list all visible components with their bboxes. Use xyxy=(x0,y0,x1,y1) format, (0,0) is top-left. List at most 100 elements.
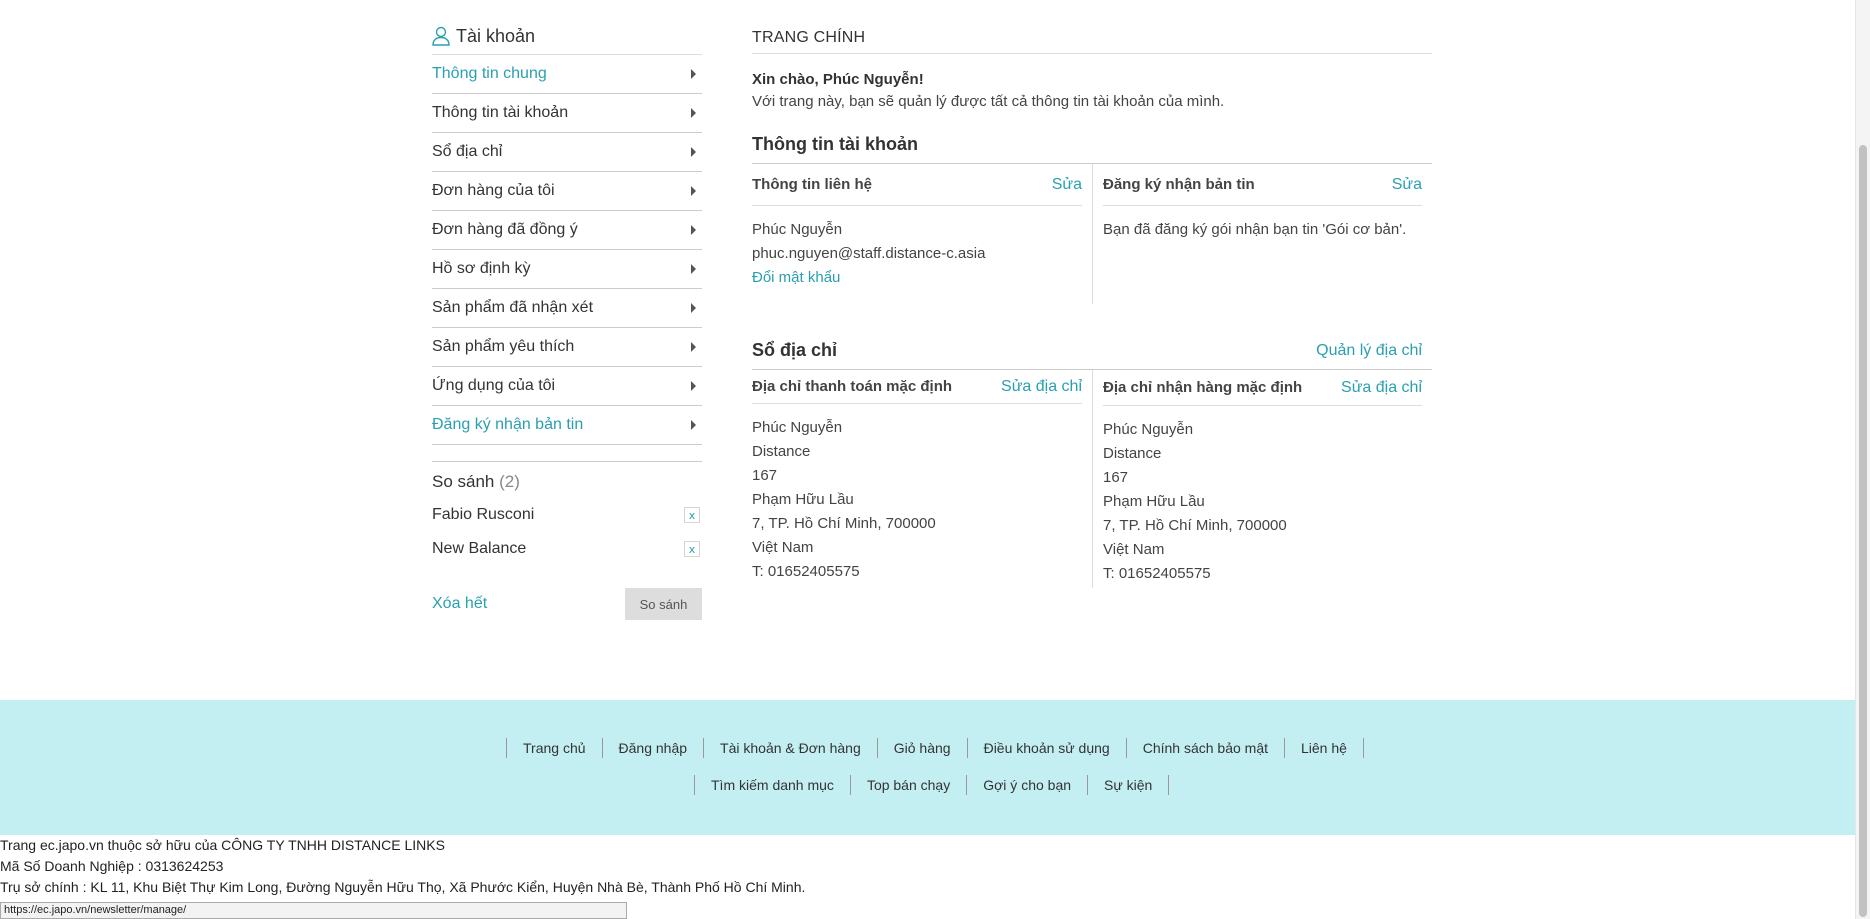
sidebar-item-reviewed-products[interactable]: Sản phẩm đã nhận xét xyxy=(432,289,702,328)
address-book-title: Sổ địa chỉ xyxy=(752,340,838,360)
edit-shipping-address-link[interactable]: Sửa địa chỉ xyxy=(1341,379,1422,397)
shipping-address-box: Địa chỉ nhận hàng mặc định Sửa địa chỉ P… xyxy=(1092,370,1432,588)
address-line: 167 xyxy=(752,467,778,484)
change-password-link[interactable]: Đổi mật khẩu xyxy=(752,266,1092,290)
address-book-section-header: Sổ địa chỉ Quản lý địa chỉ xyxy=(752,332,1432,370)
edit-contact-link[interactable]: Sửa xyxy=(1052,176,1082,194)
address-line: Việt Nam xyxy=(1103,541,1165,558)
caret-right-icon xyxy=(691,147,696,157)
footer-divider xyxy=(1168,775,1170,795)
account-info-section-header: Thông tin tài khoản xyxy=(752,132,1432,164)
address-line: Phạm Hữu Lầu xyxy=(1103,493,1205,510)
sidebar-item-label: Đăng ký nhận bản tin xyxy=(432,416,584,433)
contact-info-label: Thông tin liên hệ xyxy=(752,176,872,193)
footer-link-login[interactable]: Đăng nhập xyxy=(603,740,704,756)
account-sidebar: Tài khoản Thông tin chung Thông tin tài … xyxy=(432,22,702,620)
sidebar-item-label: Ứng dụng của tôi xyxy=(432,377,556,394)
newsletter-body: Bạn đã đăng ký gói nhận bạn tin 'Gói cơ … xyxy=(1103,206,1432,242)
compare-title-text: So sánh xyxy=(432,472,495,491)
address-line: Distance xyxy=(752,443,811,460)
caret-right-icon xyxy=(691,381,696,391)
remove-compare-item-button[interactable]: x xyxy=(684,507,700,523)
compare-actions: Xóa hết So sánh xyxy=(432,588,702,620)
greeting-subtext: Với trang này, bạn sẽ quản lý được tất c… xyxy=(752,93,1225,110)
address-phone: T: 01652405575 xyxy=(752,563,860,580)
footer-link-cart[interactable]: Giỏ hàng xyxy=(878,740,967,756)
compare-item: Fabio Rusconi x xyxy=(432,498,702,532)
sidebar-item-label: Sản phẩm yêu thích xyxy=(432,338,575,355)
sidebar-item-label: Thông tin chung xyxy=(432,65,547,82)
footer-link-category-search[interactable]: Tìm kiếm danh mục xyxy=(695,777,850,793)
caret-right-icon xyxy=(691,69,696,79)
footer: Trang chủ Đăng nhập Tài khoản & Đơn hàng… xyxy=(0,700,1862,835)
sidebar-item-label: Thông tin tài khoản xyxy=(432,104,569,121)
newsletter-box: Đăng ký nhận bản tin Sửa Bạn đã đăng ký … xyxy=(1092,164,1432,304)
sidebar-item-my-apps[interactable]: Ứng dụng của tôi xyxy=(432,367,702,406)
company-ownership-text: Trang ec.japo.vn thuộc sở hữu của CÔNG T… xyxy=(0,837,445,853)
billing-address-box: Địa chỉ thanh toán mặc định Sửa địa chỉ … xyxy=(752,370,1092,588)
user-icon xyxy=(432,26,450,46)
footer-link-home[interactable]: Trang chủ xyxy=(507,740,602,756)
sidebar-item-my-orders[interactable]: Đơn hàng của tôi xyxy=(432,172,702,211)
sidebar-item-label: Đơn hàng của tôi xyxy=(432,182,555,199)
address-boxes: Địa chỉ thanh toán mặc định Sửa địa chỉ … xyxy=(752,370,1432,588)
address-line: Việt Nam xyxy=(752,539,814,556)
billing-address-header: Địa chỉ thanh toán mặc định Sửa địa chỉ xyxy=(752,370,1082,404)
billing-address-body: Phúc Nguyễn Distance 167 Phạm Hữu Lầu 7,… xyxy=(752,404,1092,584)
caret-right-icon xyxy=(691,420,696,430)
compare-title: So sánh (2) xyxy=(432,472,702,492)
address-line: Phúc Nguyễn xyxy=(752,419,843,436)
address-line: Phúc Nguyễn xyxy=(1103,421,1194,438)
remove-compare-item-button[interactable]: x xyxy=(684,541,700,557)
caret-right-icon xyxy=(691,264,696,274)
compare-item-name: Fabio Rusconi xyxy=(432,506,535,523)
footer-link-account-orders[interactable]: Tài khoản & Đơn hàng xyxy=(704,740,877,756)
vertical-scrollbar[interactable] xyxy=(1855,0,1870,919)
footer-link-contact[interactable]: Liên hệ xyxy=(1285,740,1363,756)
footer-links-row: Tìm kiếm danh mục Top bán chạy Gợi ý cho… xyxy=(694,774,1170,796)
greeting: Xin chào, Phúc Nguyễn! xyxy=(752,71,924,88)
sidebar-item-address-book[interactable]: Sổ địa chỉ xyxy=(432,133,702,172)
scrollbar-thumb[interactable] xyxy=(1859,145,1867,917)
edit-billing-address-link[interactable]: Sửa địa chỉ xyxy=(1001,378,1082,396)
page-title: TRANG CHÍNH xyxy=(752,22,1432,54)
contact-info-header: Thông tin liên hệ Sửa xyxy=(752,164,1082,206)
shipping-address-body: Phúc Nguyễn Distance 167 Phạm Hữu Lầu 7,… xyxy=(1103,406,1432,586)
footer-link-terms[interactable]: Điều khoản sử dụng xyxy=(968,740,1126,756)
footer-link-recommendations[interactable]: Gợi ý cho bạn xyxy=(967,777,1087,793)
address-line: 7, TP. Hồ Chí Minh, 700000 xyxy=(1103,517,1287,534)
compare-item-name: New Balance xyxy=(432,540,527,557)
account-info-title: Thông tin tài khoản xyxy=(752,134,918,154)
main-content: TRANG CHÍNH Xin chào, Phúc Nguyễn! Với t… xyxy=(752,22,1432,588)
sidebar-item-approved-orders[interactable]: Đơn hàng đã đồng ý xyxy=(432,211,702,250)
sidebar-title: Tài khoản xyxy=(456,25,536,46)
footer-link-privacy[interactable]: Chính sách bảo mật xyxy=(1127,740,1284,756)
contact-name: Phúc Nguyễn xyxy=(752,221,843,238)
compare-item: New Balance x xyxy=(432,532,702,566)
sidebar-item-wishlist[interactable]: Sản phẩm yêu thích xyxy=(432,328,702,367)
edit-newsletter-link[interactable]: Sửa xyxy=(1392,176,1422,194)
footer-link-best-sellers[interactable]: Top bán chạy xyxy=(851,777,966,793)
clear-all-link[interactable]: Xóa hết xyxy=(432,595,487,613)
footer-link-events[interactable]: Sự kiện xyxy=(1088,777,1168,793)
manage-addresses-link[interactable]: Quản lý địa chỉ xyxy=(1316,342,1422,360)
sidebar-item-general-info[interactable]: Thông tin chung xyxy=(432,55,702,94)
compare-button[interactable]: So sánh xyxy=(625,588,702,620)
sidebar-item-newsletter[interactable]: Đăng ký nhận bản tin xyxy=(432,406,702,445)
address-line: 167 xyxy=(1103,469,1129,486)
newsletter-header: Đăng ký nhận bản tin Sửa xyxy=(1103,164,1422,206)
sidebar-item-label: Đơn hàng đã đồng ý xyxy=(432,221,578,238)
footer-links-row: Trang chủ Đăng nhập Tài khoản & Đơn hàng… xyxy=(506,737,1364,759)
sidebar-item-recurring-profiles[interactable]: Hồ sơ định kỳ xyxy=(432,250,702,289)
newsletter-status: Bạn đã đăng ký gói nhận bạn tin 'Gói cơ … xyxy=(1103,221,1407,238)
caret-right-icon xyxy=(691,108,696,118)
caret-right-icon xyxy=(691,303,696,313)
shipping-address-label: Địa chỉ nhận hàng mặc định xyxy=(1103,379,1303,396)
contact-info-box: Thông tin liên hệ Sửa Phúc Nguyễn phuc.n… xyxy=(752,164,1092,304)
shipping-address-header: Địa chỉ nhận hàng mặc định Sửa địa chỉ xyxy=(1103,370,1422,406)
account-info-boxes: Thông tin liên hệ Sửa Phúc Nguyễn phuc.n… xyxy=(752,164,1432,304)
caret-right-icon xyxy=(691,225,696,235)
sidebar-item-account-info[interactable]: Thông tin tài khoản xyxy=(432,94,702,133)
billing-address-label: Địa chỉ thanh toán mặc định xyxy=(752,378,953,395)
caret-right-icon xyxy=(691,342,696,352)
